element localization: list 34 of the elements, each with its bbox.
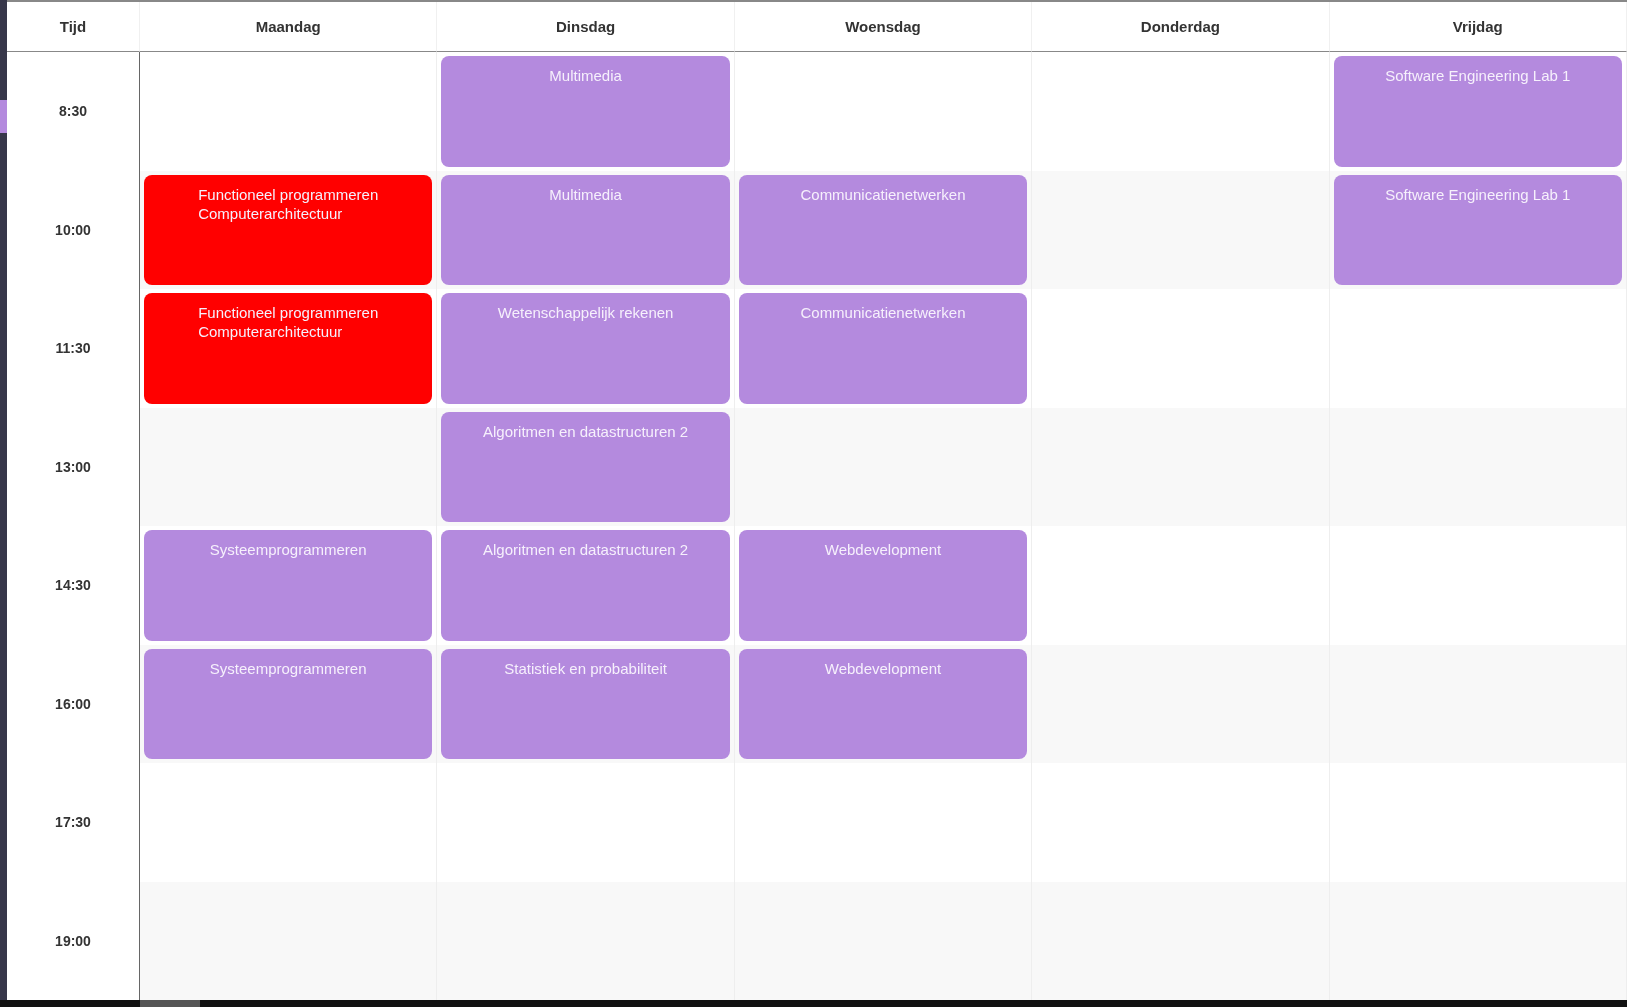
- course-name: Communicatienetwerken: [800, 303, 966, 322]
- course-name: Systeemprogrammeren: [209, 540, 367, 559]
- course-name: Statistiek en probabiliteit: [504, 658, 667, 678]
- course-name: Wetenschappelijk rekenen: [497, 303, 674, 322]
- course-name: Webdevelopment: [824, 540, 942, 559]
- course-name: Computerarchitectuur: [198, 322, 343, 341]
- course-name: Multimedia: [549, 184, 622, 204]
- column-header: Tijd: [59, 18, 87, 35]
- column-header: Woensdag: [845, 18, 921, 35]
- time-label: 8:30: [59, 103, 87, 120]
- time-label: 13:00: [55, 458, 91, 475]
- time-label: 17:30: [55, 814, 91, 831]
- scroll-thumb[interactable]: [140, 1000, 200, 1007]
- time-label: 11:30: [55, 340, 91, 357]
- column-header: Vrijdag: [1452, 18, 1503, 35]
- course-name: Computerarchitectuur: [198, 203, 343, 223]
- course-name: Systeemprogrammeren: [209, 658, 367, 678]
- time-label: 19:00: [55, 932, 91, 949]
- course-name: Software Engineering Lab 1: [1385, 66, 1571, 85]
- time-label: 16:00: [55, 695, 91, 712]
- course-name: Functioneel programmeren: [198, 184, 379, 204]
- course-name: Algoritmen en datastructuren 2: [483, 540, 689, 559]
- course-name: Functioneel programmeren: [198, 303, 379, 322]
- time-label: 10:00: [55, 221, 91, 238]
- course-name: Software Engineering Lab 1: [1385, 184, 1571, 204]
- column-header: Maandag: [255, 18, 321, 35]
- column-header: Donderdag: [1140, 18, 1220, 35]
- course-name: Algoritmen en datastructuren 2: [483, 421, 689, 441]
- course-name: Communicatienetwerken: [800, 184, 966, 204]
- course-name: Webdevelopment: [824, 658, 942, 678]
- time-label: 14:30: [55, 577, 91, 594]
- column-header: Dinsdag: [556, 18, 616, 35]
- course-name: Multimedia: [549, 66, 622, 85]
- scroll-thumb[interactable]: [0, 100, 7, 133]
